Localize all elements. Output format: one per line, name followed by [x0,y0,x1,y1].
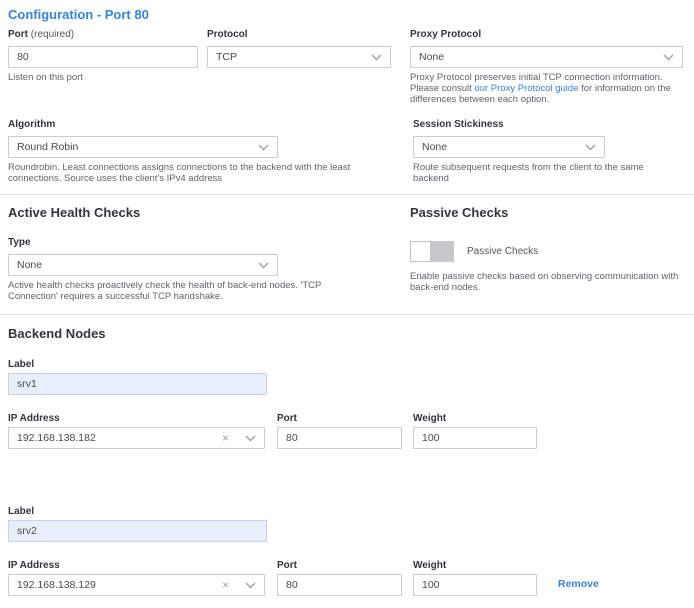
port-helper: Listen on this port [8,72,198,83]
nodebalancer-config-panel: Configuration - Port 80 Port (required) … [0,0,694,608]
node-label-field-group: Label [8,506,267,542]
node-address-row: IP Address 192.168.138.129 × Port Weight [8,560,599,596]
clear-x-icon[interactable]: × [222,432,229,444]
active-health-checks-helper: Active health checks proactively check t… [8,280,328,302]
protocol-select[interactable]: TCP [207,46,391,68]
node-weight-field-group: Weight [413,413,537,449]
node-ip-field-group: IP Address 192.168.138.129 × [8,560,265,596]
protocol-field-group: Protocol TCP [207,29,391,68]
backend-node-1: Label IP Address 192.168.138.182 × Port [8,359,537,449]
health-check-type-select[interactable]: None [8,254,278,276]
node-weight-field-group: Weight [413,560,537,596]
node-weight-label: Weight [413,413,537,425]
node-address-row: IP Address 192.168.138.182 × Port Weight [8,413,537,449]
node-ip-select[interactable]: 192.168.138.129 × [8,574,265,596]
algorithm-label: Algorithm [8,119,278,131]
remove-node-button[interactable]: Remove [558,578,599,590]
proxy-protocol-guide-link[interactable]: our Proxy Protocol guide [474,83,578,94]
proxy-protocol-select[interactable]: None [410,46,683,68]
node-weight-input[interactable] [413,427,537,449]
row-algorithm-stickiness: Algorithm Round Robin Roundrobin. Least … [8,119,605,184]
node-weight-input[interactable] [413,574,537,596]
node-ip-label: IP Address [8,560,265,572]
passive-checks-toggle[interactable] [410,241,454,262]
active-health-checks-section: Active Health Checks Type None Active he… [8,205,410,302]
passive-checks-helper: Enable passive checks based on observing… [410,271,694,293]
chevron-down-icon [585,144,596,151]
section-divider [0,194,694,195]
session-stickiness-field-group: Session Stickiness None Route subsequent… [413,119,605,184]
proxy-protocol-label: Proxy Protocol [410,29,683,41]
page-title: Configuration - Port 80 [8,7,149,22]
chevron-down-icon [245,435,256,442]
active-health-checks-heading: Active Health Checks [8,205,410,221]
node-port-field-group: Port [277,413,402,449]
protocol-label: Protocol [207,29,391,41]
node-port-label: Port [277,413,402,425]
node-port-field-group: Port [277,560,402,596]
proxy-protocol-helper: Proxy Protocol preserves initial TCP con… [410,72,683,105]
passive-checks-toggle-label: Passive Checks [467,246,538,257]
chevron-down-icon [258,262,269,269]
proxy-protocol-field-group: Proxy Protocol None Proxy Protocol prese… [410,29,683,105]
row-port-protocol: Port (required) Listen on this port Prot… [8,29,683,105]
toggle-knob [410,241,431,262]
health-check-type-label: Type [8,237,278,249]
algorithm-select[interactable]: Round Robin [8,136,278,158]
port-label: Port (required) [8,29,198,41]
chevron-down-icon [371,54,382,61]
node-port-input[interactable] [277,574,402,596]
node-ip-label: IP Address [8,413,265,425]
node-ip-select[interactable]: 192.168.138.182 × [8,427,265,449]
backend-node-2: Label IP Address 192.168.138.129 × Port [8,506,599,596]
algorithm-field-group: Algorithm Round Robin Roundrobin. Least … [8,119,278,184]
chevron-down-icon [663,54,674,61]
health-checks-row: Active Health Checks Type None Active he… [8,205,694,302]
node-weight-label: Weight [413,560,537,572]
node-label-input[interactable] [8,520,267,542]
backend-nodes-heading: Backend Nodes [8,326,106,342]
algorithm-helper: Roundrobin. Least connections assigns co… [8,162,353,184]
passive-checks-section: Passive Checks Passive Checks Enable pas… [410,205,694,293]
clear-x-icon[interactable]: × [222,579,229,591]
node-label-label: Label [8,506,267,518]
node-label-input[interactable] [8,373,267,395]
chevron-down-icon [245,582,256,589]
session-stickiness-select[interactable]: None [413,136,605,158]
port-input[interactable] [8,46,198,68]
passive-checks-heading: Passive Checks [410,205,694,221]
node-label-field-group: Label [8,359,267,395]
node-label-label: Label [8,359,267,371]
section-divider [0,314,694,315]
session-stickiness-helper: Route subsequent requests from the clien… [413,162,663,184]
node-port-input[interactable] [277,427,402,449]
passive-checks-toggle-row: Passive Checks [410,241,694,262]
health-check-type-field-group: Type None Active health checks proactive… [8,237,278,302]
node-port-label: Port [277,560,402,572]
node-ip-field-group: IP Address 192.168.138.182 × [8,413,265,449]
required-note: (required) [31,29,74,40]
port-field-group: Port (required) Listen on this port [8,29,198,83]
chevron-down-icon [258,144,269,151]
session-stickiness-label: Session Stickiness [413,119,605,131]
